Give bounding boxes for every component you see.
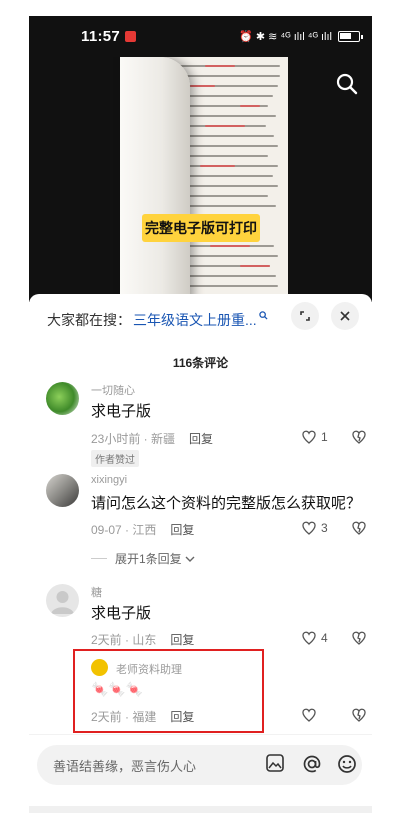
comment-meta: 09-07 · 江西 回复 — [91, 521, 194, 538]
expand-icon — [300, 311, 310, 321]
comment-username[interactable]: 糖 — [91, 584, 102, 600]
comment-meta: 2天前 · 山东 回复 — [91, 631, 194, 648]
status-bar: 11:57 ⏰ ✱ ≋ ⁴ᴳ ılıl ⁴ᴳ ılıl — [29, 16, 372, 57]
close-icon — [340, 311, 350, 321]
avatar[interactable] — [46, 584, 79, 617]
expand-button[interactable] — [291, 302, 319, 330]
mention-icon[interactable] — [301, 753, 323, 775]
reply-time: 2天前 · 福建 — [91, 710, 157, 724]
comment-time: 23小时前 · 新疆 — [91, 432, 176, 446]
related-search-label: 大家都在搜： — [47, 312, 131, 328]
like-button[interactable]: 1 — [301, 429, 328, 444]
close-button[interactable] — [331, 302, 359, 330]
chevron-down-icon — [185, 556, 195, 562]
page-curl — [120, 57, 190, 302]
avatar[interactable] — [91, 659, 108, 676]
status-icons: ⏰ ✱ ≋ ⁴ᴳ ılıl ⁴ᴳ ılıl — [239, 30, 363, 43]
expand-replies-button[interactable]: 展开1条回复 — [91, 550, 195, 567]
comment-meta: 23小时前 · 新疆 回复 — [91, 430, 213, 447]
comment-username[interactable]: xixingyi — [91, 474, 127, 486]
heart-icon — [302, 631, 316, 645]
comment-sheet: 大家都在搜： 三年级语文上册重... 116条评论 一切随心 求电子版 23小时… — [29, 294, 372, 813]
comment-input-placeholder: 善语结善缘，恶言伤人心 — [53, 758, 197, 774]
notification-icon — [125, 31, 137, 42]
dislike-icon[interactable] — [351, 707, 367, 723]
comment-text: 求电子版 — [91, 605, 152, 622]
print-banner: 完整电子版可打印 — [142, 214, 260, 242]
like-count: 1 — [321, 429, 328, 444]
reply-button[interactable]: 回复 — [170, 631, 194, 648]
dislike-icon[interactable] — [351, 520, 367, 536]
reply-button[interactable]: 回复 — [170, 521, 194, 538]
video-player[interactable]: 完整电子版可打印 — [29, 57, 372, 302]
like-button[interactable]: 4 — [301, 630, 328, 645]
comment-time: 2天前 · 山东 — [91, 633, 157, 647]
dislike-icon[interactable] — [351, 630, 367, 646]
comment-input-bar: 善语结善缘，恶言伤人心 — [29, 734, 372, 804]
emoji-icon[interactable] — [336, 753, 358, 775]
status-time: 11:57 — [81, 28, 121, 45]
like-count: 4 — [321, 630, 328, 645]
reply-username[interactable]: 老师资料助理 — [116, 661, 182, 677]
search-small-icon — [258, 311, 268, 323]
related-search-keyword[interactable]: 三年级语文上册重... — [133, 310, 257, 330]
like-button[interactable] — [301, 707, 317, 722]
reply-text: 🍬🍬🍬 — [91, 681, 144, 697]
expand-replies-label: 展开1条回复 — [115, 552, 182, 566]
status-icons-text: ⏰ ✱ ≋ ⁴ᴳ ılıl ⁴ᴳ ılıl — [239, 31, 332, 43]
avatar[interactable] — [46, 382, 79, 415]
battery-icon — [338, 31, 363, 42]
like-button[interactable]: 3 — [301, 520, 328, 535]
heart-icon — [302, 430, 316, 444]
image-icon[interactable] — [265, 753, 287, 775]
comment-text: 求电子版 — [91, 403, 152, 420]
heart-icon — [302, 521, 316, 535]
comment-text: 请问怎么这个资料的完整版怎么获取呢？ — [91, 495, 362, 512]
comment-time: 09-07 · 江西 — [91, 523, 157, 537]
reply-button[interactable]: 回复 — [170, 708, 194, 725]
avatar[interactable] — [46, 474, 79, 507]
gesture-bar — [29, 806, 372, 813]
heart-icon — [302, 708, 316, 722]
author-liked-badge: 作者赞过 — [91, 450, 139, 467]
comment-username[interactable]: 一切随心 — [91, 382, 135, 398]
comment-count: 116条评论 — [172, 356, 229, 370]
search-icon[interactable] — [336, 73, 358, 95]
divider — [91, 558, 107, 559]
like-count: 3 — [321, 520, 328, 535]
reply-button[interactable]: 回复 — [189, 430, 213, 447]
dislike-icon[interactable] — [351, 429, 367, 445]
reply-meta: 2天前 · 福建 回复 — [91, 708, 194, 725]
